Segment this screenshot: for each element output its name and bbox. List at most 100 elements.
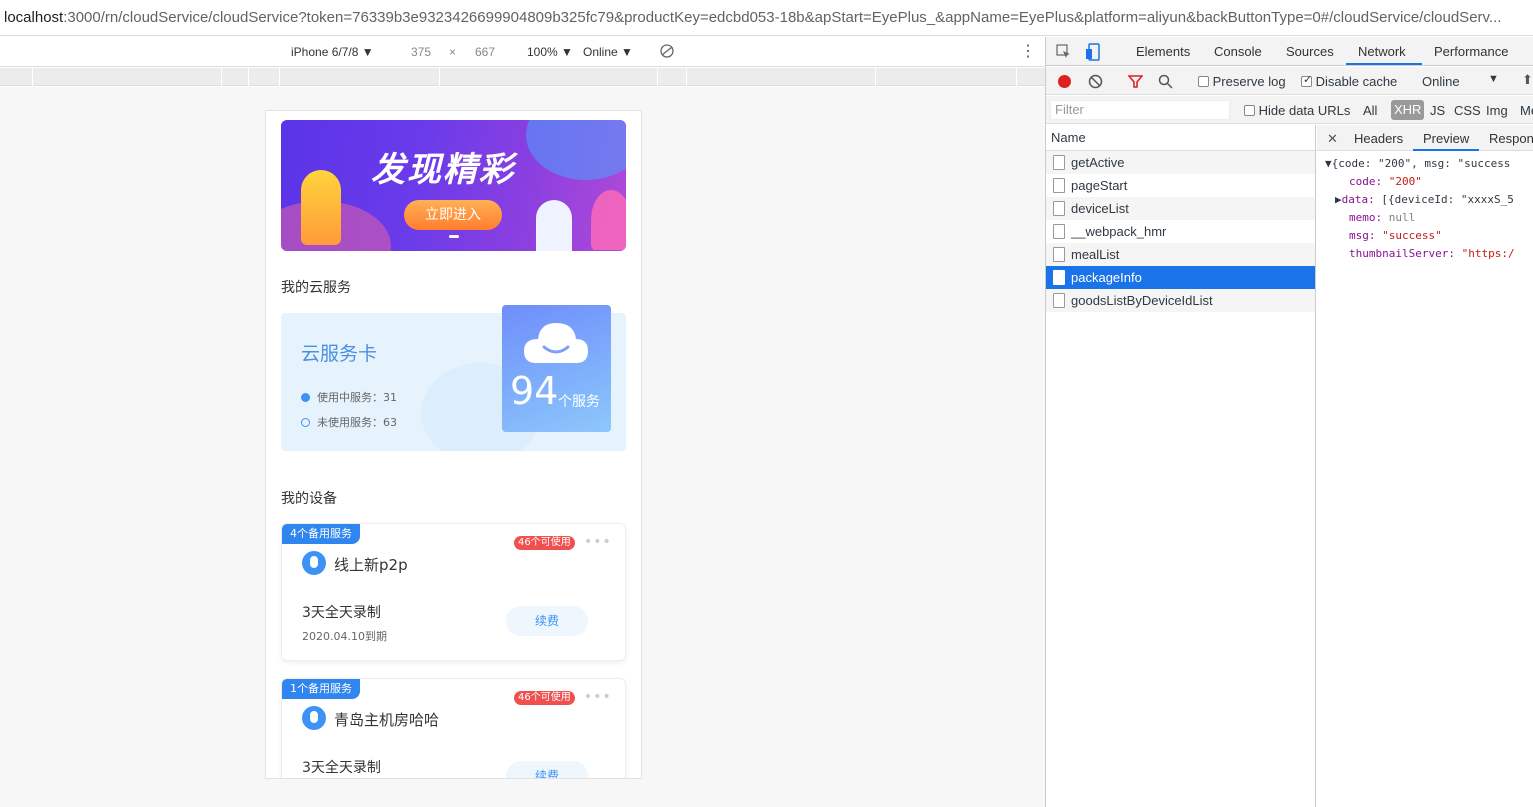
rotate-icon[interactable] — [659, 43, 675, 59]
request-rows: getActive pageStart deviceList __webpack… — [1046, 151, 1315, 312]
name-column-header[interactable]: Name — [1046, 125, 1315, 151]
more-options-icon[interactable]: ⋮ — [1020, 41, 1036, 61]
illustration-leaf-icon — [591, 190, 626, 250]
request-list: Name getActive pageStart deviceList __we… — [1046, 125, 1316, 807]
renew-button[interactable]: 续费 — [506, 606, 588, 636]
service-count-box: 94 个服务 — [502, 305, 611, 432]
devtools-tab-bar: Elements Console Sources Network Perform… — [1046, 37, 1533, 66]
renew-button[interactable]: 续费 — [506, 761, 588, 778]
network-throttle-select[interactable]: Online ▼ — [583, 45, 633, 59]
clear-icon[interactable] — [1088, 74, 1103, 89]
disable-cache-checkbox[interactable] — [1301, 73, 1312, 87]
close-icon[interactable]: ✕ — [1327, 131, 1338, 147]
hollow-dot-icon — [301, 417, 310, 427]
json-memo-row: memo: null — [1349, 211, 1416, 224]
import-har-icon[interactable]: ⬆ — [1522, 72, 1533, 88]
unused-label: 未使用服务：63 — [317, 416, 397, 429]
tab-preview[interactable]: Preview — [1423, 131, 1469, 146]
device-card[interactable]: 4个备用服务 46个可使用 ••• 线上新p2p 3天全天录制 2020.04.… — [281, 523, 626, 661]
type-all[interactable]: All — [1363, 103, 1377, 118]
json-thumbnail-row: thumbnailServer: "https:/ — [1349, 247, 1515, 260]
request-row[interactable]: pageStart — [1046, 174, 1315, 197]
request-row[interactable]: goodsListByDeviceIdList — [1046, 289, 1315, 312]
url-host: localhost — [4, 9, 64, 26]
record-icon[interactable] — [1058, 75, 1071, 88]
hide-data-urls-toggle[interactable]: Hide data URLs — [1244, 103, 1350, 118]
illustration-person-icon — [536, 200, 572, 251]
file-icon — [1053, 201, 1065, 216]
collapsed-triangle-icon[interactable]: ▶ — [1335, 193, 1342, 206]
file-icon — [1053, 178, 1065, 193]
hide-data-urls-checkbox[interactable] — [1244, 105, 1255, 116]
request-row[interactable]: getActive — [1046, 151, 1315, 174]
request-name: mealList — [1071, 247, 1120, 262]
preserve-log-checkbox[interactable] — [1198, 76, 1209, 87]
request-name: packageInfo — [1071, 270, 1142, 285]
inspect-element-icon[interactable] — [1056, 44, 1072, 60]
zoom-select[interactable]: 100% ▼ — [527, 45, 573, 59]
more-dots-icon[interactable]: ••• — [584, 534, 612, 550]
tab-performance[interactable]: Performance — [1434, 44, 1508, 59]
file-icon — [1053, 155, 1065, 170]
preserve-log-toggle[interactable]: Preserve log — [1198, 74, 1286, 89]
device-select[interactable]: iPhone 6/7/8 ▼ — [291, 45, 374, 59]
service-count-unit: 个服务 — [558, 394, 600, 410]
cloud-service-section-title: 我的云服务 — [281, 280, 351, 296]
request-row[interactable]: mealList — [1046, 243, 1315, 266]
service-count: 94 — [510, 369, 559, 413]
tab-response[interactable]: Respon — [1489, 131, 1533, 146]
disable-cache-toggle[interactable]: Disable cache — [1301, 73, 1398, 89]
json-root[interactable]: ▼{code: "200", msg: "success — [1325, 157, 1533, 175]
unused-stat: 未使用服务：63 — [301, 414, 397, 430]
filter-input[interactable]: Filter — [1050, 100, 1230, 120]
cloud-icon — [524, 323, 588, 363]
request-name: deviceList — [1071, 201, 1129, 216]
tab-elements[interactable]: Elements — [1136, 44, 1190, 59]
promo-banner[interactable]: 发现精彩 立即进入 — [281, 120, 626, 251]
device-toggle-icon[interactable] — [1086, 43, 1102, 61]
in-use-label: 使用中服务：31 — [317, 391, 397, 404]
type-media[interactable]: Me — [1520, 103, 1533, 118]
active-tab-indicator — [1346, 63, 1422, 65]
request-row[interactable]: __webpack_hmr — [1046, 220, 1315, 243]
request-row[interactable]: deviceList — [1046, 197, 1315, 220]
more-dots-icon[interactable]: ••• — [584, 689, 612, 705]
enter-now-button[interactable]: 立即进入 — [404, 200, 502, 230]
type-js[interactable]: JS — [1430, 103, 1445, 118]
tab-network[interactable]: Network — [1358, 44, 1406, 59]
json-msg-row: msg: "success" — [1349, 229, 1442, 242]
tab-headers[interactable]: Headers — [1354, 131, 1403, 146]
chevron-down-icon[interactable]: ▼ — [1488, 73, 1499, 85]
camera-icon — [302, 706, 326, 730]
type-css[interactable]: CSS — [1454, 103, 1481, 118]
viewport-height-input[interactable]: 667 — [475, 45, 495, 59]
banner-headline: 发现精彩 — [371, 150, 515, 190]
type-img[interactable]: Img — [1486, 103, 1508, 118]
json-preview: ▼{code: "200", msg: "success code: "200"… — [1317, 151, 1533, 265]
expand-triangle-icon[interactable]: ▼ — [1325, 157, 1332, 170]
disable-cache-label: Disable cache — [1315, 74, 1398, 89]
file-icon — [1053, 247, 1065, 262]
request-name: getActive — [1071, 155, 1125, 170]
file-icon — [1053, 224, 1065, 239]
type-xhr[interactable]: XHR — [1391, 100, 1425, 120]
filter-icon[interactable] — [1128, 74, 1143, 89]
tab-console[interactable]: Console — [1214, 44, 1262, 59]
search-icon[interactable] — [1158, 74, 1173, 89]
dimension-separator: × — [449, 45, 457, 59]
device-card[interactable]: 1个备用服务 46个可使用 ••• 青岛主机房哈哈 3天全天录制 续费 — [281, 678, 626, 778]
request-name: __webpack_hmr — [1071, 224, 1167, 239]
device-name: 线上新p2p — [334, 556, 408, 574]
spare-service-badge: 1个备用服务 — [282, 679, 360, 699]
request-row-selected[interactable]: packageInfo — [1046, 266, 1315, 289]
request-detail-panel: ✕ Headers Preview Respon ▼{code: "200", … — [1317, 125, 1533, 807]
request-name: pageStart — [1071, 178, 1128, 193]
address-bar[interactable]: localhost:3000/rn/cloudService/cloudServ… — [0, 0, 1533, 36]
json-data-row[interactable]: ▶data: [{deviceId: "xxxxS_5 — [1325, 193, 1533, 211]
plan-name: 3天全天录制 — [302, 760, 381, 776]
tab-sources[interactable]: Sources — [1286, 44, 1334, 59]
active-tab-indicator — [1413, 149, 1479, 151]
expire-date: 2020.04.10到期 — [302, 630, 387, 643]
throttle-select[interactable]: Online — [1422, 74, 1460, 89]
viewport-width-input[interactable]: 375 — [411, 45, 431, 59]
